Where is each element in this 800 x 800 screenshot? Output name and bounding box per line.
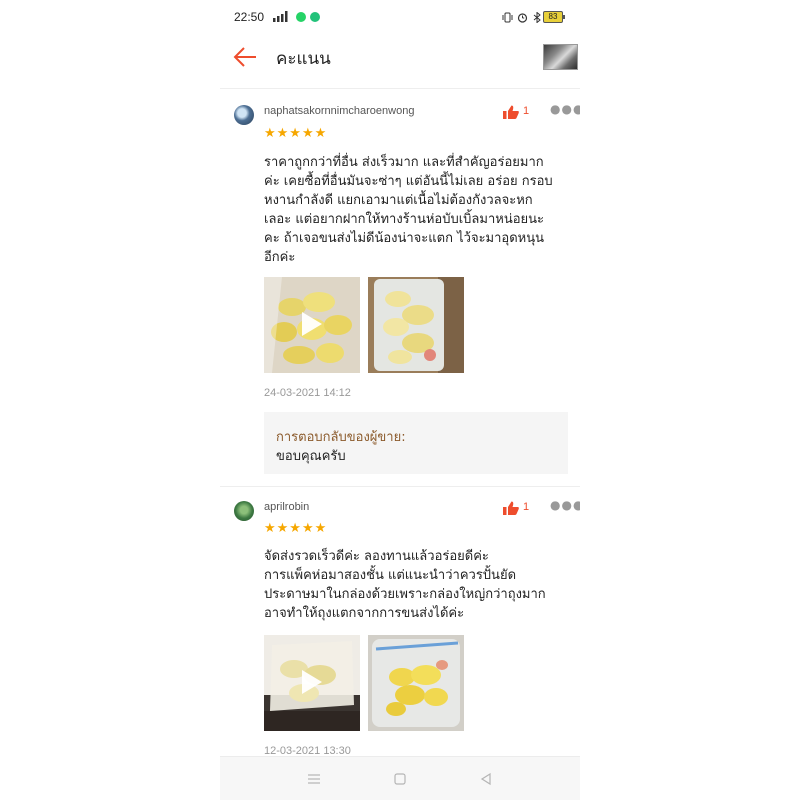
- home-icon[interactable]: [391, 770, 409, 788]
- play-icon: [302, 670, 322, 694]
- star-rating: ★★★★★: [264, 521, 328, 536]
- review-text-line: จัดส่งรวดเร็วดีค่ะ ลองทานแล้วอร่อยดีค่ะ: [264, 549, 489, 564]
- seller-reply-label: การตอบกลับของผู้ขาย:: [276, 430, 406, 445]
- battery-icon: 83: [543, 11, 565, 23]
- durian-photo: [368, 277, 464, 373]
- whatsapp-icon: [296, 12, 306, 22]
- like-count: 1: [523, 105, 530, 117]
- like-count: 1: [523, 501, 530, 513]
- review-date: 24-03-2021 14:12: [264, 387, 351, 399]
- avatar[interactable]: [234, 501, 254, 521]
- review-text: ราคาถูกกว่าที่อื่น ส่งเร็วมาก และที่สำคั…: [264, 153, 569, 267]
- back-triangle-icon[interactable]: [477, 770, 495, 788]
- play-icon: [302, 312, 322, 336]
- review-video-thumbnail[interactable]: [264, 277, 360, 373]
- avatar[interactable]: [234, 105, 254, 125]
- review-text-line: หงานกำลังดี แยกเอามาแต่เนื้อไม่ต้องกังวล…: [264, 193, 533, 208]
- review-photo-thumbnail[interactable]: [368, 277, 464, 373]
- thumbs-up-icon[interactable]: [503, 501, 519, 515]
- review-text-line: ประดาษมาในกล่องด้วยเพราะกล่องใหญ่กว่าถุง…: [264, 587, 546, 602]
- product-thumbnail[interactable]: [543, 44, 578, 70]
- review-text-line: เลอะ แต่อยากฝากให้ทางร้านห่อบับเบิ้ลมาหน…: [264, 212, 545, 227]
- vibrate-icon: [502, 12, 513, 23]
- status-bar: 22:50 83: [220, 0, 580, 36]
- page-header: คะแนน: [220, 36, 580, 89]
- signal-icon: [273, 11, 288, 22]
- review-divider: [220, 486, 580, 487]
- review-text-line: ค่ะ เคยซื้อที่อื่นมันจะซ่าๆ แต่อันนี้ไม่…: [264, 174, 553, 189]
- durian-photo: [368, 635, 464, 731]
- phone-screen: 22:50 83 คะแนน naphatsakornnimcharoenwon…: [220, 0, 580, 800]
- seller-reply-text: ขอบคุณครับ: [276, 449, 346, 464]
- status-time: 22:50: [234, 10, 265, 24]
- review-video-thumbnail[interactable]: [264, 635, 360, 731]
- review-text-line: ราคาถูกกว่าที่อื่น ส่งเร็วมาก และที่สำคั…: [264, 155, 544, 170]
- arrow-left-icon[interactable]: [232, 45, 258, 69]
- system-nav-bar: [220, 756, 580, 800]
- menu-icon[interactable]: [305, 770, 323, 788]
- page-title: คะแนน: [276, 49, 331, 69]
- thumbs-up-icon[interactable]: [503, 105, 519, 119]
- reviewer-name: naphatsakornnimcharoenwong: [264, 105, 415, 117]
- alarm-icon: [517, 12, 528, 23]
- review-text-line: การแพ็คห่อมาสองชั้น แต่แนะนำว่าควรปั้นยั…: [264, 568, 517, 583]
- more-dots-icon[interactable]: ●●●: [550, 102, 580, 116]
- review-text-line: อาจทำให้ถุงแตกจากการขนส่งได้ค่ะ: [264, 606, 465, 621]
- bluetooth-icon: [532, 11, 543, 23]
- app-notification-icon: [310, 12, 320, 22]
- status-icons: [502, 10, 543, 24]
- seller-reply: การตอบกลับของผู้ขาย: ขอบคุณครับ: [264, 412, 568, 474]
- review-text-line: อีกค่ะ: [264, 250, 296, 265]
- star-rating: ★★★★★: [264, 126, 328, 141]
- review-text: จัดส่งรวดเร็วดีค่ะ ลองทานแล้วอร่อยดีค่ะ …: [264, 547, 569, 623]
- review-photo-thumbnail[interactable]: [368, 635, 464, 731]
- reviewer-name: aprilrobin: [264, 501, 310, 513]
- review-text-line: คะ ถ้าเจอขนส่งไม่ดีน้องน่าจะแตก ไว้จะมาอ…: [264, 231, 545, 246]
- more-dots-icon[interactable]: ●●●: [550, 498, 580, 512]
